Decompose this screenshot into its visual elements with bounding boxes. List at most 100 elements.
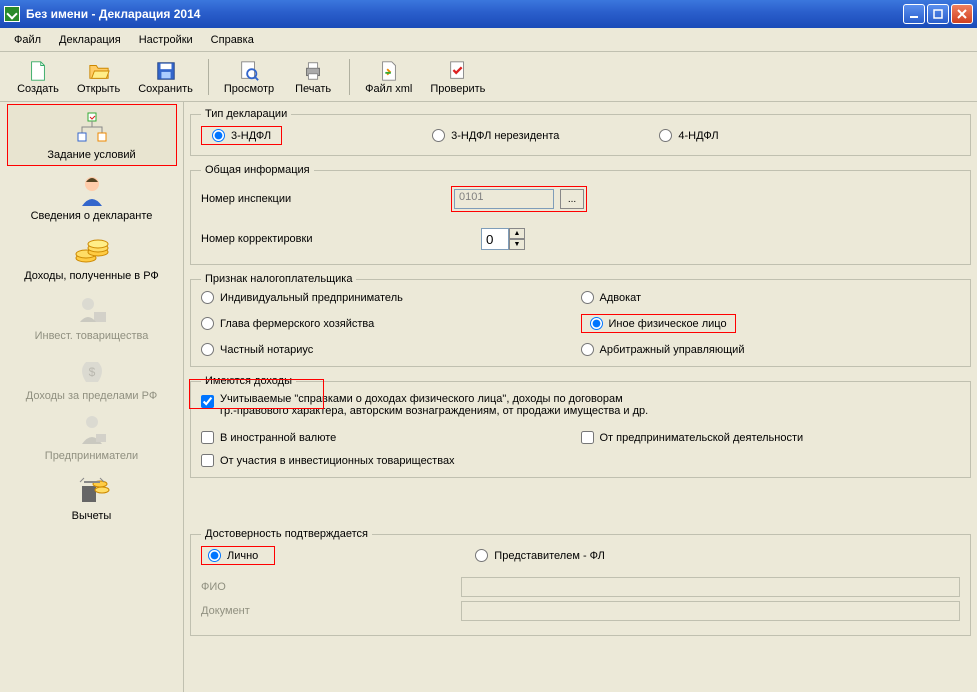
create-button[interactable]: Создать xyxy=(8,56,68,98)
fio-label: ФИО xyxy=(201,581,451,593)
window-titlebar: Без имени - Декларация 2014 xyxy=(0,0,977,28)
chk-invest-wrapper: От участия в инвестиционных товарищества… xyxy=(201,454,581,467)
radio-lawyer[interactable] xyxy=(581,291,594,304)
radio-ip-label: Индивидуальный предприниматель xyxy=(220,292,403,304)
conditions-icon xyxy=(10,109,174,149)
new-file-icon xyxy=(26,59,50,83)
radio-self-label: Лично xyxy=(227,550,258,562)
taxpayer-group: Признак налогоплательщика Индивидуальный… xyxy=(190,273,971,367)
save-button[interactable]: Сохранить xyxy=(129,56,202,98)
print-icon xyxy=(301,59,325,83)
declarant-icon xyxy=(9,170,175,210)
sidebar: Задание условий Сведения о декларанте До… xyxy=(0,102,184,692)
sidebar-label: Задание условий xyxy=(10,149,174,161)
taxpayer-legend: Признак налогоплательщика xyxy=(201,273,356,285)
sidebar-item-declarant[interactable]: Сведения о декларанте xyxy=(7,166,177,226)
chk-spravki-label: Учитываемые "справками о доходах физичес… xyxy=(220,393,648,417)
chk-foreign-wrapper: В иностранной валюте xyxy=(201,431,581,444)
radio-3ndfl-label: 3-НДФЛ xyxy=(231,130,271,142)
sidebar-item-entrepreneurs[interactable]: Предприниматели xyxy=(7,406,177,466)
radio-arbitr[interactable] xyxy=(581,343,594,356)
close-button[interactable] xyxy=(951,4,973,24)
window-title: Без имени - Декларация 2014 xyxy=(26,7,903,21)
entrepreneur-icon xyxy=(9,410,175,450)
radio-3ndfl-nonres-wrapper: 3-НДФЛ нерезидента xyxy=(432,126,559,145)
minimize-button[interactable] xyxy=(903,4,925,24)
confirm-legend: Достоверность подтверждается xyxy=(201,528,372,540)
doc-input[interactable] xyxy=(461,601,960,621)
radio-3ndfl-nonres[interactable] xyxy=(432,129,445,142)
menu-help[interactable]: Справка xyxy=(205,32,260,48)
correction-label: Номер корректировки xyxy=(201,233,471,245)
chk-foreign[interactable] xyxy=(201,431,214,444)
radio-4ndfl[interactable] xyxy=(659,129,672,142)
radio-3ndfl-wrapper: 3-НДФЛ xyxy=(201,126,282,145)
menu-settings[interactable]: Настройки xyxy=(133,32,199,48)
sidebar-item-conditions[interactable]: Задание условий xyxy=(7,104,177,166)
radio-farm-wrapper: Глава фермерского хозяйства xyxy=(201,314,581,333)
print-button[interactable]: Печать xyxy=(283,56,343,98)
radio-self[interactable] xyxy=(208,549,221,562)
decl-type-group: Тип декларации 3-НДФЛ 3-НДФЛ нерезидента… xyxy=(190,108,971,156)
chk-entrepr[interactable] xyxy=(581,431,594,444)
chk-invest[interactable] xyxy=(201,454,214,467)
correction-input[interactable] xyxy=(481,228,509,250)
preview-button[interactable]: Просмотр xyxy=(215,56,283,98)
toolbar-separator xyxy=(208,59,209,95)
sidebar-label: Инвест. товарищества xyxy=(9,330,175,342)
sidebar-item-income-abroad[interactable]: $ Доходы за пределами РФ xyxy=(7,346,177,406)
open-button[interactable]: Открыть xyxy=(68,56,129,98)
chk-entrepr-label: От предпринимательской деятельности xyxy=(600,432,804,444)
radio-rep[interactable] xyxy=(475,549,488,562)
radio-rep-label: Представителем - ФЛ xyxy=(494,550,605,562)
radio-other-wrapper: Иное физическое лицо xyxy=(581,314,736,333)
sidebar-label: Вычеты xyxy=(9,510,175,522)
radio-3ndfl-nonres-label: 3-НДФЛ нерезидента xyxy=(451,130,559,142)
chk-spravki[interactable] xyxy=(201,395,214,408)
radio-other[interactable] xyxy=(590,317,603,330)
radio-4ndfl-label: 4-НДФЛ xyxy=(678,130,718,142)
sidebar-item-deductions[interactable]: Вычеты xyxy=(7,466,177,526)
app-icon xyxy=(4,6,20,22)
inspection-browse-button[interactable]: ... xyxy=(560,189,584,209)
sidebar-item-income-rf[interactable]: Доходы, полученные в РФ xyxy=(7,226,177,286)
menu-declaration[interactable]: Декларация xyxy=(53,32,127,48)
radio-lawyer-label: Адвокат xyxy=(600,292,642,304)
radio-farm[interactable] xyxy=(201,317,214,330)
content-area: Задание условий Сведения о декларанте До… xyxy=(0,102,977,692)
spinner-up-icon[interactable]: ▲ xyxy=(509,228,525,239)
check-icon xyxy=(446,59,470,83)
open-folder-icon xyxy=(87,59,111,83)
spinner-down-icon[interactable]: ▼ xyxy=(509,239,525,250)
save-icon xyxy=(154,59,178,83)
radio-3ndfl[interactable] xyxy=(212,129,225,142)
income-group: Имеются доходы Учитываемые "справками о … xyxy=(190,375,971,478)
radio-arbitr-label: Арбитражный управляющий xyxy=(600,344,745,356)
toolbar-separator xyxy=(349,59,350,95)
radio-other-label: Иное физическое лицо xyxy=(609,318,727,330)
decl-type-legend: Тип декларации xyxy=(201,108,291,120)
general-info-group: Общая информация Номер инспекции 0101 ..… xyxy=(190,164,971,265)
menu-file[interactable]: Файл xyxy=(8,32,47,48)
sidebar-item-invest[interactable]: Инвест. товарищества xyxy=(7,286,177,346)
radio-self-wrapper: Лично xyxy=(201,546,275,565)
check-button[interactable]: Проверить xyxy=(421,56,494,98)
sidebar-label: Доходы за пределами РФ xyxy=(9,390,175,402)
sidebar-label: Доходы, полученные в РФ xyxy=(9,270,175,282)
inspection-label: Номер инспекции xyxy=(201,193,441,205)
general-info-legend: Общая информация xyxy=(201,164,314,176)
toolbar: Создать Открыть Сохранить Просмотр Печат… xyxy=(0,52,977,102)
radio-4ndfl-wrapper: 4-НДФЛ xyxy=(659,126,718,145)
radio-ip[interactable] xyxy=(201,291,214,304)
fio-input[interactable] xyxy=(461,577,960,597)
filexml-button[interactable]: Файл xml xyxy=(356,56,421,98)
maximize-button[interactable] xyxy=(927,4,949,24)
radio-notary[interactable] xyxy=(201,343,214,356)
correction-spinner[interactable]: ▲ ▼ xyxy=(481,228,525,250)
chk-foreign-label: В иностранной валюте xyxy=(220,432,336,444)
inspection-input[interactable]: 0101 xyxy=(454,189,554,209)
sidebar-label: Предприниматели xyxy=(9,450,175,462)
doc-label: Документ xyxy=(201,605,451,617)
menu-bar: Файл Декларация Настройки Справка xyxy=(0,28,977,52)
form-area: Тип декларации 3-НДФЛ 3-НДФЛ нерезидента… xyxy=(184,102,977,692)
